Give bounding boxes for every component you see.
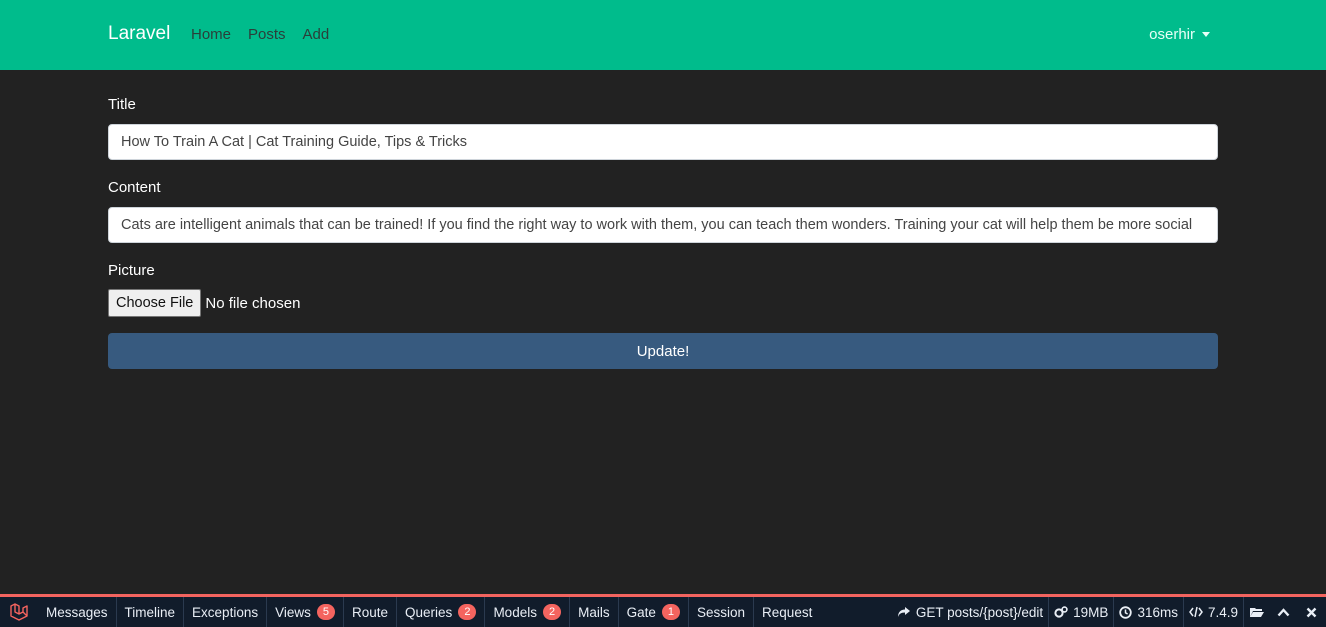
debugbar-tab-label: Gate [626, 604, 656, 620]
nav-link-home[interactable]: Home [191, 26, 231, 43]
debugbar-right: GET posts/{post}/edit 19MB 316ms 7.4.9 [892, 597, 1326, 627]
debugbar-tab-label: Route [352, 604, 389, 620]
debugbar-tab-queries[interactable]: Queries 2 [396, 597, 484, 627]
nav-link-posts[interactable]: Posts [248, 26, 286, 43]
content-label: Content [108, 179, 161, 196]
count-badge: 5 [316, 604, 335, 620]
choose-file-button[interactable]: Choose File [108, 289, 202, 317]
route-text: GET posts/{post}/edit [915, 604, 1044, 620]
user-dropdown[interactable]: oserhir [1149, 26, 1210, 43]
title-input[interactable]: How To Train A Cat | Cat Training Guide,… [108, 124, 1218, 160]
debugbar-tab-mails[interactable]: Mails [569, 597, 618, 627]
debugbar-tab-models[interactable]: Models 2 [484, 597, 569, 627]
time-text: 316ms [1137, 604, 1178, 620]
count-badge: 1 [661, 604, 681, 620]
debugbar: Messages Timeline Exceptions Views 5 Route Que… [0, 594, 1326, 627]
debugbar-tab-label: Messages [46, 604, 108, 620]
close-icon[interactable] [1296, 597, 1326, 627]
debugbar-tab-label: Views [275, 604, 311, 620]
debugbar-tab-timeline[interactable]: Timeline [115, 597, 184, 627]
php-version-stat[interactable]: 7.4.9 [1182, 597, 1243, 627]
debugbar-tab-views[interactable]: Views 5 [266, 597, 343, 627]
user-name: oserhir [1149, 26, 1195, 43]
debugbar-tab-label: Timeline [124, 604, 176, 620]
content-input[interactable]: Cats are intelligent animals that can be… [108, 207, 1218, 243]
debugbar-tab-label: Models [493, 604, 537, 620]
brand-link[interactable]: Laravel [108, 23, 170, 45]
update-button[interactable]: Update! [108, 333, 1218, 369]
caret-down-icon [1202, 32, 1210, 37]
debugbar-tab-label: Queries [405, 604, 453, 620]
code-icon [1189, 606, 1203, 618]
debugbar-tab-session[interactable]: Session [688, 597, 753, 627]
nav-links: Home Posts Add [191, 26, 346, 43]
debugbar-tab-exceptions[interactable]: Exceptions [183, 597, 266, 627]
debugbar-tab-request[interactable]: Request [753, 597, 820, 627]
debugbar-tab-messages[interactable]: Messages [38, 597, 116, 627]
time-stat[interactable]: 316ms [1113, 597, 1183, 627]
php-version-text: 7.4.9 [1207, 604, 1238, 620]
debugbar-tab-route[interactable]: Route [343, 597, 396, 627]
cogs-icon [1054, 605, 1068, 618]
chevron-up-icon[interactable] [1270, 597, 1296, 627]
debugbar-tab-label: Exceptions [192, 604, 259, 620]
clock-icon [1119, 605, 1133, 619]
picture-label: Picture [108, 262, 155, 279]
memory-text: 19MB [1073, 604, 1109, 620]
picture-file-input: Choose File No file chosen [108, 289, 300, 317]
memory-stat[interactable]: 19MB [1048, 597, 1113, 627]
nav-link-add[interactable]: Add [303, 26, 330, 43]
file-status: No file chosen [205, 294, 301, 312]
debugbar-tab-label: Request [762, 604, 813, 620]
laravel-logo-icon[interactable] [0, 597, 38, 627]
title-label: Title [108, 96, 136, 113]
navbar: Laravel Home Posts Add oserhir [0, 0, 1326, 70]
debugbar-tab-gate[interactable]: Gate 1 [617, 597, 688, 627]
route-stat[interactable]: GET posts/{post}/edit [892, 597, 1048, 627]
count-badge: 2 [458, 604, 477, 620]
folder-open-icon[interactable] [1243, 597, 1270, 627]
count-badge: 2 [542, 604, 562, 620]
debugbar-tabs: Messages Timeline Exceptions Views 5 Route Que… [38, 597, 820, 627]
share-icon [897, 607, 910, 617]
debugbar-tab-label: Mails [578, 604, 610, 620]
debugbar-tab-label: Session [697, 604, 746, 620]
